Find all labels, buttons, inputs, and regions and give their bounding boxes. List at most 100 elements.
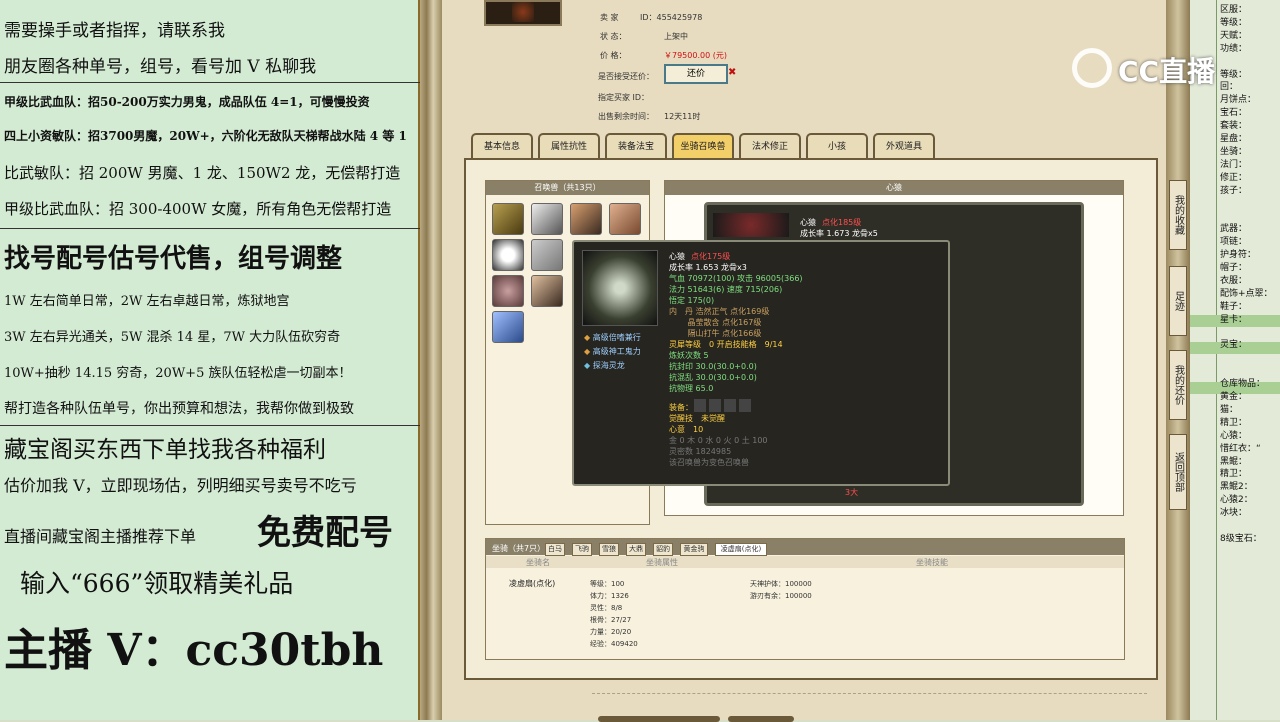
info-strip-label: 坐骑： — [1220, 146, 1248, 157]
pet-resist: 抗封印 30.0(30.0+0.0) — [669, 362, 757, 371]
info-strip-label: 黄金： — [1220, 392, 1248, 402]
mount-attrs: 等级：100 体力：1326 灵性：8/8 根骨：27/27 力量：20/20 … — [590, 578, 638, 650]
footprint-button[interactable]: 足迹 — [1169, 266, 1187, 336]
tab-attributes[interactable]: 属性抗性 — [538, 133, 600, 159]
promo-line: 估价加我 V，立即现场估，列明细买号卖号不吃亏 — [4, 476, 357, 495]
col-attr: 坐骑属性 — [646, 558, 678, 567]
promo-line: 10W+抽秒 14.15 穷奇，20W+5 族队伍轻松虐一切副本！ — [4, 366, 352, 381]
pet-thumbnail[interactable] — [492, 239, 524, 271]
price-label: 价 格： — [600, 51, 627, 60]
mount-tab[interactable]: 黄金驹 — [680, 543, 708, 556]
mount-skill: 天神护体：100000 — [750, 580, 812, 588]
divider — [0, 228, 420, 229]
skill-icon: ◆ — [584, 347, 591, 356]
bottom-button[interactable] — [598, 716, 720, 722]
mount-tab[interactable]: 大鼎 — [626, 543, 646, 556]
pet-thumbnail[interactable] — [570, 203, 602, 235]
pet-thumbnail[interactable] — [531, 239, 563, 271]
pet-thumbnail[interactable] — [492, 275, 524, 307]
info-strip-label: 心猿2： — [1220, 495, 1253, 506]
pet-list-title: 召唤兽（共13只） — [486, 181, 649, 195]
pet-thumbnail[interactable] — [492, 311, 524, 343]
info-strip-label: 衣服： — [1220, 275, 1248, 286]
mount-tab[interactable]: 貂豹 — [653, 543, 673, 556]
promo-line: 甲级比武血队：招50-200万实力男鬼，成品队伍 4=1，可慢慢投资 — [4, 95, 370, 109]
cc-logo-icon — [1072, 48, 1112, 88]
my-bargain-button[interactable]: 我的还价 — [1169, 350, 1187, 420]
tab-child[interactable]: 小孩 — [806, 133, 868, 159]
promo-line: 帮打造各种队伍单号，你出预算和想法，我帮你做到极致 — [4, 401, 354, 417]
game-window: 卖 家 ID：455425978 状 态： 上架中 价 格： ￥79500.00… — [442, 0, 1166, 722]
info-strip-label: 项链： — [1220, 237, 1248, 248]
info-strip-label: 宝石： — [1220, 108, 1248, 119]
promo-line: 朋友圈各种单号，组号，看号加 V 私聊我 — [4, 57, 317, 77]
info-strip-label: 功绩： — [1220, 43, 1248, 54]
equip-slot[interactable] — [694, 399, 706, 412]
pet-spirit: 灵犀等级 0 开启技能格 9/14 — [669, 340, 783, 349]
pet-awaken: 觉醒技 未觉醒 — [669, 414, 725, 423]
tab-equipment[interactable]: 装备法宝 — [605, 133, 667, 159]
info-strip-label: 套装： — [1220, 121, 1248, 132]
favorites-button[interactable]: 我的收藏 — [1169, 180, 1187, 250]
info-strip-label: 鞋子： — [1220, 301, 1248, 312]
info-strip-label: 回： — [1220, 82, 1239, 93]
back-footer: 3大 — [845, 488, 859, 497]
info-strip-label: 星盘： — [1220, 134, 1248, 144]
back-to-top-button[interactable]: 返回顶部 — [1169, 434, 1187, 510]
character-avatar — [484, 0, 562, 26]
price-value: ￥79500.00 (元) — [664, 51, 727, 60]
info-strip-label: 8级宝石： — [1220, 533, 1262, 544]
promo-heading: 找号配号估号代售，组号调整 — [4, 244, 343, 274]
pet-lianyao: 炼妖次数 5 — [669, 351, 709, 360]
skill-icon: ◆ — [584, 361, 591, 370]
pet-neidan: 晶莹散含 点化167级 — [669, 318, 762, 327]
mount-tab[interactable]: 飞驹 — [572, 543, 592, 556]
bargain-button[interactable]: 还价 — [664, 64, 728, 84]
skill-item: ◆ 高级倍嗜兼行 — [584, 333, 641, 342]
frame-border — [420, 0, 442, 720]
pet-tooltip: ◆ 高级倍嗜兼行 ◆ 高级神工鬼力 ◆ 探海灵龙 心猿 点化175级 成长率 1… — [572, 240, 950, 486]
col-name: 坐骑名 — [526, 558, 550, 567]
tab-spell[interactable]: 法术修正 — [739, 133, 801, 159]
skill-item: ◆ 探海灵龙 — [584, 361, 625, 370]
seller-id: ID：455425978 — [640, 13, 703, 22]
pet-thumbnail[interactable] — [531, 275, 563, 307]
buyer-label: 指定买家 ID： — [598, 93, 650, 102]
mount-tab-active[interactable]: 凌虚扇(点化) — [715, 543, 767, 556]
info-strip-label: 心猿： — [1220, 430, 1248, 441]
promo-line: 1W 左右简单日常，2W 左右卓越日常，炼狱地宫 — [4, 294, 290, 309]
pet-hp-attack: 气血 70972(100) 攻击 96005(366) — [669, 274, 803, 283]
info-strip-label: 星卡： — [1220, 314, 1248, 325]
seller-label: 卖 家 — [600, 13, 619, 22]
equip-slot[interactable] — [724, 399, 736, 412]
streamer-contact: 主播 V：cc30tbh — [4, 625, 384, 676]
bottom-button[interactable] — [728, 716, 794, 722]
equip-slot[interactable] — [709, 399, 721, 412]
col-skill: 坐骑技能 — [916, 558, 948, 567]
info-strip-label: 帽子： — [1220, 263, 1248, 273]
info-strip-label: 猫： — [1220, 404, 1239, 415]
mount-tab[interactable]: 雪狼 — [599, 543, 619, 556]
pet-thumbnail[interactable] — [531, 203, 563, 235]
mount-attr: 灵性：8/8 — [590, 604, 623, 612]
time-value: 12天11时 — [664, 112, 701, 121]
pet-portrait — [582, 250, 658, 326]
promo-line: 比武敏队：招 200W 男魔、1 龙、150W2 龙，无偿帮打造 — [4, 164, 401, 182]
pet-thumbnail[interactable] — [492, 203, 524, 235]
promo-line: 四上小资敏队：招3700男魔，20W+，六阶化无敌队天梯帮战水陆 4 等 1 — [4, 129, 407, 143]
equip-label: 装备： — [669, 403, 693, 412]
promo-line: 输入“666”领取精美礼品 — [20, 569, 294, 598]
tab-appearance[interactable]: 外观道具 — [873, 133, 935, 159]
tab-mount-pet[interactable]: 坐骑召唤兽 — [672, 133, 734, 159]
tab-basic-info[interactable]: 基本信息 — [471, 133, 533, 159]
equip-slot[interactable] — [739, 399, 751, 412]
info-strip-label: 冰块： — [1220, 508, 1248, 519]
info-strip-label: 武器： — [1220, 224, 1248, 235]
back-pet-level: 点化185级 — [822, 218, 862, 227]
mount-tab[interactable]: 白马 — [545, 543, 565, 556]
info-strip-label: 配饰+点翠： — [1220, 288, 1273, 299]
info-strip-label: 惜红衣：“ — [1220, 443, 1261, 454]
pet-thumbnail[interactable] — [609, 203, 641, 235]
mount-attr: 根骨：27/27 — [590, 616, 632, 624]
mount-panel: 坐骑（共7只） 坐骑名 坐骑属性 坐骑技能 凌虚扇(点化) 等级：100 体力：… — [485, 538, 1125, 660]
